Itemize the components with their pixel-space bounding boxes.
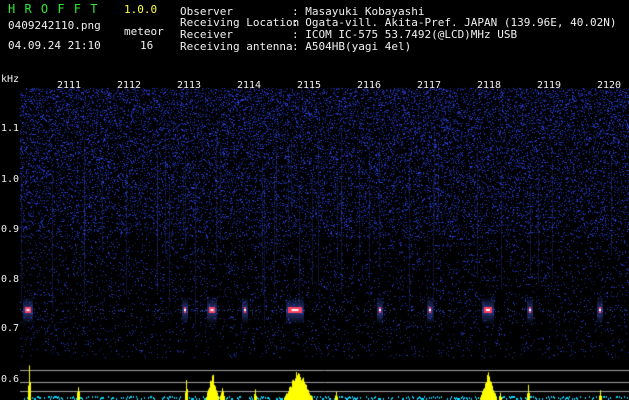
antenna-label: Receiving antenna [180, 40, 293, 53]
freq-tick: 1.0 [1, 174, 20, 185]
app-version: 1.0.0 [124, 3, 158, 16]
freq-tick: 0.9 [1, 224, 20, 235]
freq-tick: 0.7 [1, 323, 20, 334]
time-tick: 2119 [537, 80, 562, 91]
freq-tick: 1.1 [1, 123, 20, 134]
time-tick: 2117 [417, 80, 442, 91]
time-tick: 2118 [477, 80, 502, 91]
file-datetime: 04.09.24 21:10 [8, 39, 101, 52]
time-tick: 2115 [297, 80, 322, 91]
antenna-value: : A504HB(yagi 4el) [292, 40, 412, 53]
freq-unit-label: kHz [1, 74, 20, 85]
time-tick: 2111 [57, 80, 82, 91]
time-tick: 2120 [597, 80, 622, 91]
file-name: 0409242110.png [8, 19, 101, 32]
time-tick: 2116 [357, 80, 382, 91]
time-tick: 2113 [177, 80, 202, 91]
app-title: H R O F F T [8, 2, 99, 16]
spectrogram-canvas [0, 0, 629, 400]
freq-tick: 0.8 [1, 274, 20, 285]
time-tick: 2114 [237, 80, 262, 91]
time-tick: 2112 [117, 80, 142, 91]
meteor-count: 16 [140, 39, 154, 52]
freq-tick: 0.6 [1, 374, 20, 385]
meteor-label: meteor [124, 25, 164, 38]
